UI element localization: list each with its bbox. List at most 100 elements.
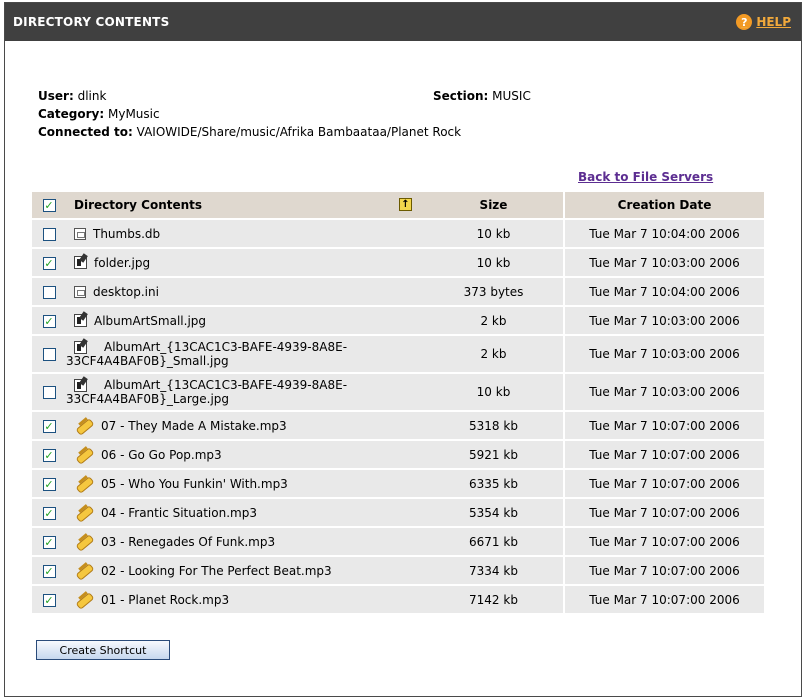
help-label[interactable]: HELP: [756, 15, 791, 29]
creation-date: Tue Mar 7 10:03:00 2006: [565, 336, 764, 372]
file-name-cell: desktop.ini: [66, 278, 424, 305]
audio-file-icon: [74, 534, 94, 550]
category-value: MyMusic: [107, 107, 160, 121]
row-checkbox[interactable]: [42, 593, 56, 607]
creation-date: Tue Mar 7 10:07:00 2006: [565, 586, 764, 613]
creation-date: Tue Mar 7 10:07:00 2006: [565, 441, 764, 468]
audio-file-icon: [74, 418, 94, 434]
file-name[interactable]: desktop.ini: [93, 285, 159, 299]
file-name-wrap: 05 - Who You Funkin' With.mp3: [66, 476, 424, 492]
file-name-cell: 03 - Renegades Of Funk.mp3: [66, 528, 424, 555]
file-name[interactable]: Thumbs.db: [93, 227, 160, 241]
row-checkbox[interactable]: [42, 314, 56, 328]
row-select-cell: [32, 470, 66, 497]
table-header-row: Directory Contents ↑ Size Creation Date: [32, 192, 764, 218]
table-row: 01 - Planet Rock.mp3 7142 kb Tue Mar 7 1…: [32, 586, 764, 613]
row-select-cell: [32, 374, 66, 410]
file-name[interactable]: folder.jpg: [94, 256, 150, 270]
row-checkbox[interactable]: [42, 419, 56, 433]
row-select-cell: [32, 220, 66, 247]
row-select-cell: [32, 499, 66, 526]
row-checkbox[interactable]: [42, 564, 56, 578]
file-name[interactable]: 07 - They Made A Mistake.mp3: [101, 419, 287, 433]
file-name-wrap: AlbumArt_{13CAC1C3-BAFE-4939-8A8E-33CF4A…: [66, 378, 424, 406]
image-file-icon: [74, 256, 87, 269]
file-name-wrap: 07 - They Made A Mistake.mp3: [66, 418, 424, 434]
file-name[interactable]: 03 - Renegades Of Funk.mp3: [101, 535, 275, 549]
file-name-wrap: AlbumArtSmall.jpg: [66, 314, 424, 328]
section-value: MUSIC: [492, 89, 531, 103]
file-name-wrap: 01 - Planet Rock.mp3: [66, 592, 424, 608]
file-name[interactable]: AlbumArtSmall.jpg: [94, 314, 206, 328]
table-row: AlbumArt_{13CAC1C3-BAFE-4939-8A8E-33CF4A…: [32, 336, 764, 372]
file-size: 10 kb: [424, 374, 565, 410]
database-file-icon: [74, 285, 86, 298]
file-size: 5318 kb: [424, 412, 565, 439]
table-row: desktop.ini 373 bytes Tue Mar 7 10:04:00…: [32, 278, 764, 305]
creation-date: Tue Mar 7 10:07:00 2006: [565, 470, 764, 497]
file-size: 5921 kb: [424, 441, 565, 468]
audio-file-icon: [74, 592, 94, 608]
row-checkbox[interactable]: [42, 448, 56, 462]
file-name[interactable]: AlbumArt_{13CAC1C3-BAFE-4939-8A8E-33CF4A…: [66, 340, 424, 368]
table-row: 03 - Renegades Of Funk.mp3 6671 kb Tue M…: [32, 528, 764, 555]
file-name-cell: 02 - Looking For The Perfect Beat.mp3: [66, 557, 424, 584]
row-checkbox[interactable]: [42, 386, 56, 399]
category-label: Category:: [38, 107, 105, 121]
file-name-cell: AlbumArt_{13CAC1C3-BAFE-4939-8A8E-33CF4A…: [66, 374, 424, 410]
section-label: Section:: [433, 89, 489, 103]
creation-date: Tue Mar 7 10:07:00 2006: [565, 412, 764, 439]
row-select-cell: [32, 278, 66, 305]
table-row: 02 - Looking For The Perfect Beat.mp3 73…: [32, 557, 764, 584]
row-checkbox[interactable]: [42, 535, 56, 549]
row-checkbox[interactable]: [42, 227, 56, 241]
file-name-cell: Thumbs.db: [66, 220, 424, 247]
creation-date: Tue Mar 7 10:07:00 2006: [565, 557, 764, 584]
file-name[interactable]: 04 - Frantic Situation.mp3: [101, 506, 257, 520]
file-name[interactable]: 02 - Looking For The Perfect Beat.mp3: [101, 564, 332, 578]
file-name-cell: 05 - Who You Funkin' With.mp3: [66, 470, 424, 497]
file-size: 6335 kb: [424, 470, 565, 497]
help-link[interactable]: ? HELP: [736, 14, 791, 30]
file-name-wrap: 06 - Go Go Pop.mp3: [66, 447, 424, 463]
row-checkbox[interactable]: [42, 506, 56, 520]
row-checkbox[interactable]: [42, 285, 56, 299]
row-checkbox[interactable]: [42, 348, 56, 361]
row-select-cell: [32, 336, 66, 372]
creation-date: Tue Mar 7 10:07:00 2006: [565, 499, 764, 526]
creation-date: Tue Mar 7 10:03:00 2006: [565, 249, 764, 276]
date-column-header: Creation Date: [565, 192, 764, 218]
name-column-header: Directory Contents ↑: [66, 192, 424, 218]
select-all-checkbox[interactable]: [42, 199, 56, 212]
help-icon[interactable]: ?: [736, 14, 753, 30]
file-name[interactable]: 05 - Who You Funkin' With.mp3: [101, 477, 288, 491]
audio-file-icon: [74, 563, 94, 579]
table-row: 07 - They Made A Mistake.mp3 5318 kb Tue…: [32, 412, 764, 439]
user-value: dlink: [77, 89, 107, 103]
file-name[interactable]: AlbumArt_{13CAC1C3-BAFE-4939-8A8E-33CF4A…: [66, 378, 424, 406]
create-shortcut-button[interactable]: Create Shortcut: [36, 640, 170, 660]
row-checkbox[interactable]: [42, 477, 56, 491]
file-name[interactable]: 01 - Planet Rock.mp3: [101, 593, 229, 607]
audio-file-icon: [74, 447, 94, 463]
row-select-cell: [32, 412, 66, 439]
file-size: 7142 kb: [424, 586, 565, 613]
parent-folder-icon[interactable]: ↑: [399, 198, 412, 211]
file-name-wrap: 04 - Frantic Situation.mp3: [66, 505, 424, 521]
file-size: 2 kb: [424, 307, 565, 334]
table-row: AlbumArt_{13CAC1C3-BAFE-4939-8A8E-33CF4A…: [32, 374, 764, 410]
file-size: 5354 kb: [424, 499, 565, 526]
file-size: 10 kb: [424, 220, 565, 247]
file-name-wrap: Thumbs.db: [66, 227, 424, 241]
back-to-file-servers-link[interactable]: Back to File Servers: [578, 170, 713, 184]
table-row: 05 - Who You Funkin' With.mp3 6335 kb Tu…: [32, 470, 764, 497]
select-all-cell: [32, 192, 66, 218]
file-name-wrap: desktop.ini: [66, 285, 424, 299]
row-checkbox[interactable]: [42, 256, 56, 270]
creation-date: Tue Mar 7 10:03:00 2006: [565, 374, 764, 410]
file-name[interactable]: 06 - Go Go Pop.mp3: [101, 448, 222, 462]
file-name-wrap: AlbumArt_{13CAC1C3-BAFE-4939-8A8E-33CF4A…: [66, 340, 424, 368]
table-row: AlbumArtSmall.jpg 2 kb Tue Mar 7 10:03:0…: [32, 307, 764, 334]
file-size: 373 bytes: [424, 278, 565, 305]
database-file-icon: [74, 227, 86, 240]
